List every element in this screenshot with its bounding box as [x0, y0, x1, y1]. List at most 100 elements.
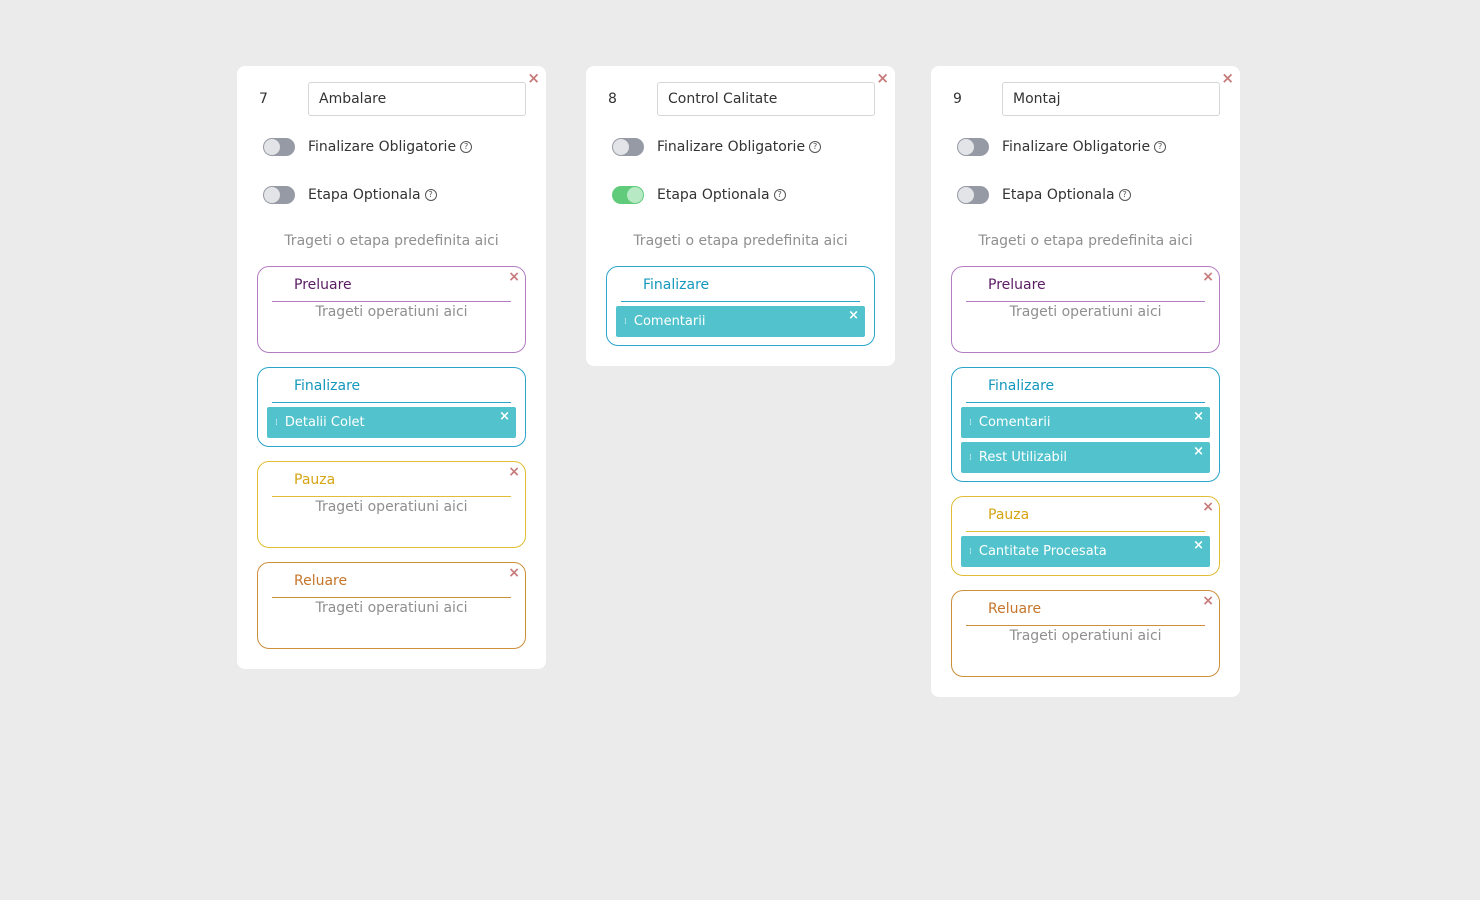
stage-drop-zone[interactable]: Trageti o etapa predefinita aici — [257, 226, 526, 256]
etapa-optionala-label: Etapa Optionala — [1002, 187, 1115, 203]
remove-operation-icon[interactable]: × — [1193, 445, 1204, 458]
remove-operation-icon[interactable]: × — [848, 309, 859, 322]
stage-finalizare: Finalizare ⁞ Comentarii × ⁞ Rest Utilizabil × — [951, 367, 1220, 482]
remove-stage-icon[interactable]: × — [1202, 270, 1214, 284]
close-step-icon[interactable]: × — [1221, 70, 1234, 86]
toggle-knob — [627, 187, 643, 203]
operation-label: Rest Utilizabil — [978, 450, 1068, 465]
stage-finalizare: Finalizare ⁞ Detalii Colet × — [257, 367, 526, 447]
step-name-input[interactable] — [1002, 82, 1220, 116]
help-icon[interactable]: ? — [460, 141, 473, 153]
operations-list: ⁞ Comentarii × — [616, 302, 865, 337]
stage-drop-zone[interactable]: Trageti o etapa predefinita aici — [951, 226, 1220, 256]
close-step-icon[interactable]: × — [876, 70, 889, 86]
step-name-input[interactable] — [308, 82, 526, 116]
stage-title: Preluare — [272, 277, 511, 302]
drag-handle-icon[interactable]: ⁞ — [275, 418, 278, 428]
stage-title: Reluare — [966, 601, 1205, 626]
operation-label: Detalii Colet — [284, 415, 365, 430]
finalizare-obligatorie-row: Finalizare Obligatorie? — [606, 130, 875, 164]
help-icon[interactable]: ? — [809, 141, 822, 153]
help-icon[interactable]: ? — [1118, 189, 1131, 201]
operations-drop-zone[interactable]: Trageti operatiuni aici — [267, 497, 516, 539]
drag-handle-icon[interactable]: ⁞ — [969, 418, 972, 428]
etapa-optionala-label: Etapa Optionala — [657, 187, 770, 203]
step-header: 9 — [951, 82, 1220, 116]
stage-title: Finalizare — [621, 277, 860, 302]
stage-title: Finalizare — [966, 378, 1205, 403]
stage-reluare: × Reluare Trageti operatiuni aici — [257, 562, 526, 649]
finalizare-obligatorie-row: Finalizare Obligatorie? — [257, 130, 526, 164]
etapa-optionala-row: Etapa Optionala? — [951, 178, 1220, 212]
operation-item[interactable]: ⁞ Rest Utilizabil × — [961, 442, 1210, 473]
stage-title: Finalizare — [272, 378, 511, 403]
help-icon[interactable]: ? — [773, 189, 786, 201]
stage-title: Pauza — [966, 507, 1205, 532]
remove-operation-icon[interactable]: × — [499, 410, 510, 423]
remove-stage-icon[interactable]: × — [508, 566, 520, 580]
remove-stage-icon[interactable]: × — [1202, 594, 1214, 608]
close-step-icon[interactable]: × — [527, 70, 540, 86]
finalizare-obligatorie-label: Finalizare Obligatorie — [308, 139, 457, 155]
toggle-knob — [264, 139, 280, 155]
stage-title: Pauza — [272, 472, 511, 497]
step-header: 8 — [606, 82, 875, 116]
operation-item[interactable]: ⁞ Comentarii × — [616, 306, 865, 337]
toggle-knob — [613, 139, 629, 155]
toggle-knob — [958, 139, 974, 155]
stage-finalizare: Finalizare ⁞ Comentarii × — [606, 266, 875, 346]
operations-list: ⁞ Detalii Colet × — [267, 403, 516, 438]
etapa-optionala-row: Etapa Optionala? — [606, 178, 875, 212]
stage-pauza: × Pauza Trageti operatiuni aici — [257, 461, 526, 548]
remove-operation-icon[interactable]: × — [1193, 410, 1204, 423]
operations-drop-zone[interactable]: Trageti operatiuni aici — [961, 302, 1210, 344]
step-card: ×9Finalizare Obligatorie?Etapa Optionala… — [931, 66, 1240, 697]
etapa-optionala-toggle[interactable] — [612, 186, 644, 204]
finalizare-obligatorie-label: Finalizare Obligatorie — [657, 139, 806, 155]
operations-drop-zone[interactable]: Trageti operatiuni aici — [961, 626, 1210, 668]
step-number: 7 — [259, 91, 268, 107]
help-icon[interactable]: ? — [1154, 141, 1167, 153]
etapa-optionala-toggle[interactable] — [957, 186, 989, 204]
toggle-knob — [958, 187, 974, 203]
operations-list: ⁞ Cantitate Procesata × — [961, 532, 1210, 567]
operations-list: ⁞ Comentarii × ⁞ Rest Utilizabil × — [961, 403, 1210, 473]
operation-label: Cantitate Procesata — [978, 544, 1107, 559]
toggle-knob — [264, 187, 280, 203]
operation-item[interactable]: ⁞ Cantitate Procesata × — [961, 536, 1210, 567]
step-number: 9 — [953, 91, 962, 107]
drag-handle-icon[interactable]: ⁞ — [969, 453, 972, 463]
remove-stage-icon[interactable]: × — [508, 465, 520, 479]
stage-title: Reluare — [272, 573, 511, 598]
drag-handle-icon[interactable]: ⁞ — [969, 547, 972, 557]
step-number: 8 — [608, 91, 617, 107]
finalizare-obligatorie-row: Finalizare Obligatorie? — [951, 130, 1220, 164]
operations-drop-zone[interactable]: Trageti operatiuni aici — [267, 302, 516, 344]
drag-handle-icon[interactable]: ⁞ — [624, 317, 627, 327]
stage-title: Preluare — [966, 277, 1205, 302]
remove-operation-icon[interactable]: × — [1193, 539, 1204, 552]
remove-stage-icon[interactable]: × — [1202, 500, 1214, 514]
finalizare-obligatorie-toggle[interactable] — [612, 138, 644, 156]
step-card: ×7Finalizare Obligatorie?Etapa Optionala… — [237, 66, 546, 669]
operation-label: Comentarii — [978, 415, 1051, 430]
operation-item[interactable]: ⁞ Detalii Colet × — [267, 407, 516, 438]
stage-drop-zone[interactable]: Trageti o etapa predefinita aici — [606, 226, 875, 256]
step-name-input[interactable] — [657, 82, 875, 116]
step-header: 7 — [257, 82, 526, 116]
stage-preluare: × Preluare Trageti operatiuni aici — [951, 266, 1220, 353]
operation-item[interactable]: ⁞ Comentarii × — [961, 407, 1210, 438]
finalizare-obligatorie-toggle[interactable] — [957, 138, 989, 156]
finalizare-obligatorie-label: Finalizare Obligatorie — [1002, 139, 1151, 155]
help-icon[interactable]: ? — [424, 189, 437, 201]
remove-stage-icon[interactable]: × — [508, 270, 520, 284]
stage-preluare: × Preluare Trageti operatiuni aici — [257, 266, 526, 353]
step-card: ×8Finalizare Obligatorie?Etapa Optionala… — [586, 66, 895, 366]
operation-label: Comentarii — [633, 314, 706, 329]
etapa-optionala-label: Etapa Optionala — [308, 187, 421, 203]
etapa-optionala-row: Etapa Optionala? — [257, 178, 526, 212]
finalizare-obligatorie-toggle[interactable] — [263, 138, 295, 156]
operations-drop-zone[interactable]: Trageti operatiuni aici — [267, 598, 516, 640]
stage-pauza: × Pauza ⁞ Cantitate Procesata × — [951, 496, 1220, 576]
etapa-optionala-toggle[interactable] — [263, 186, 295, 204]
